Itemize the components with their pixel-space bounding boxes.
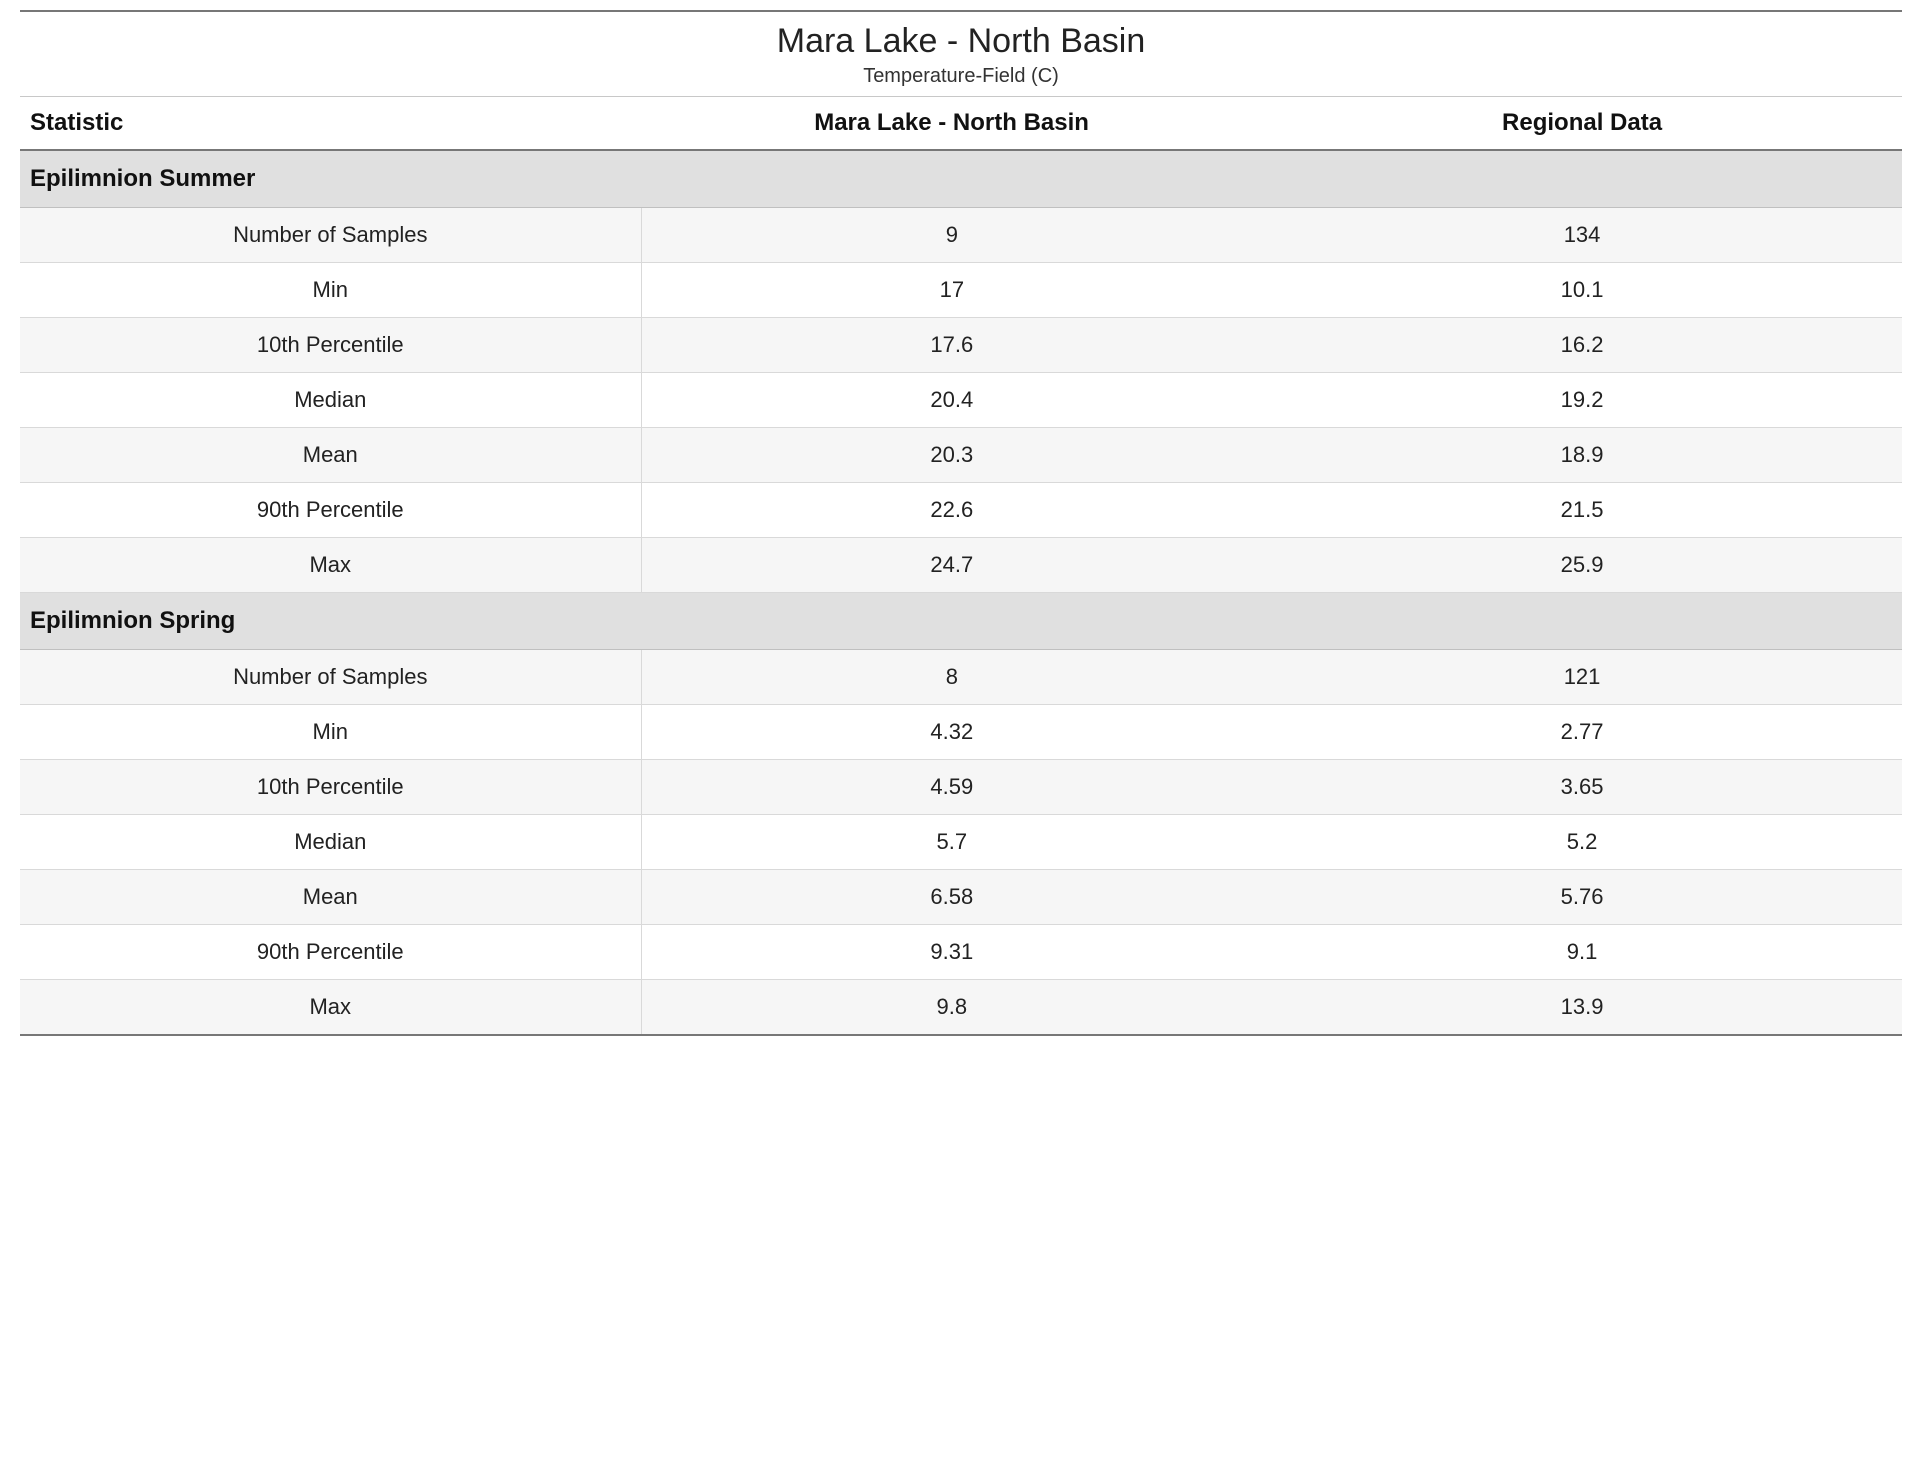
stat-name-cell: Max [20,980,641,1036]
stat-name-cell: Median [20,815,641,870]
site-value-cell: 9.8 [641,980,1262,1036]
stats-table: Statistic Mara Lake - North Basin Region… [20,97,1902,1036]
region-value-cell: 3.65 [1262,760,1902,815]
region-value-cell: 18.9 [1262,428,1902,483]
col-header-site: Mara Lake - North Basin [641,97,1262,150]
stat-name-cell: 90th Percentile [20,483,641,538]
table-row: Min4.322.77 [20,705,1902,760]
site-value-cell: 22.6 [641,483,1262,538]
region-value-cell: 13.9 [1262,980,1902,1036]
site-value-cell: 5.7 [641,815,1262,870]
site-value-cell: 17.6 [641,318,1262,373]
section-name: Epilimnion Spring [20,593,1902,650]
table-row: Mean6.585.76 [20,870,1902,925]
title-block: Mara Lake - North Basin Temperature-Fiel… [20,12,1902,97]
report-title: Mara Lake - North Basin [20,22,1902,61]
stat-name-cell: Max [20,538,641,593]
stat-name-cell: Number of Samples [20,650,641,705]
region-value-cell: 5.76 [1262,870,1902,925]
col-header-region: Regional Data [1262,97,1902,150]
table-row: Min1710.1 [20,263,1902,318]
section-header: Epilimnion Summer [20,150,1902,208]
stat-name-cell: Mean [20,870,641,925]
stat-name-cell: Median [20,373,641,428]
table-row: Max24.725.9 [20,538,1902,593]
stat-name-cell: Min [20,263,641,318]
stat-name-cell: Mean [20,428,641,483]
region-value-cell: 25.9 [1262,538,1902,593]
site-value-cell: 9.31 [641,925,1262,980]
table-row: Number of Samples9134 [20,208,1902,263]
region-value-cell: 21.5 [1262,483,1902,538]
stat-name-cell: Number of Samples [20,208,641,263]
table-row: 10th Percentile4.593.65 [20,760,1902,815]
site-value-cell: 6.58 [641,870,1262,925]
column-header-row: Statistic Mara Lake - North Basin Region… [20,97,1902,150]
col-header-statistic: Statistic [20,97,641,150]
table-row: 90th Percentile9.319.1 [20,925,1902,980]
site-value-cell: 9 [641,208,1262,263]
region-value-cell: 121 [1262,650,1902,705]
site-value-cell: 24.7 [641,538,1262,593]
region-value-cell: 9.1 [1262,925,1902,980]
site-value-cell: 4.32 [641,705,1262,760]
site-value-cell: 17 [641,263,1262,318]
region-value-cell: 134 [1262,208,1902,263]
table-row: Median5.75.2 [20,815,1902,870]
table-row: 10th Percentile17.616.2 [20,318,1902,373]
stat-name-cell: 90th Percentile [20,925,641,980]
table-row: Max9.813.9 [20,980,1902,1036]
section-header: Epilimnion Spring [20,593,1902,650]
stat-name-cell: 10th Percentile [20,318,641,373]
region-value-cell: 10.1 [1262,263,1902,318]
section-name: Epilimnion Summer [20,150,1902,208]
site-value-cell: 4.59 [641,760,1262,815]
site-value-cell: 8 [641,650,1262,705]
stat-name-cell: Min [20,705,641,760]
region-value-cell: 16.2 [1262,318,1902,373]
table-row: Number of Samples8121 [20,650,1902,705]
table-row: 90th Percentile22.621.5 [20,483,1902,538]
table-row: Mean20.318.9 [20,428,1902,483]
site-value-cell: 20.4 [641,373,1262,428]
report-container: Mara Lake - North Basin Temperature-Fiel… [20,10,1902,1036]
site-value-cell: 20.3 [641,428,1262,483]
region-value-cell: 5.2 [1262,815,1902,870]
region-value-cell: 19.2 [1262,373,1902,428]
stat-name-cell: 10th Percentile [20,760,641,815]
table-row: Median20.419.2 [20,373,1902,428]
region-value-cell: 2.77 [1262,705,1902,760]
report-subtitle: Temperature-Field (C) [20,65,1902,88]
